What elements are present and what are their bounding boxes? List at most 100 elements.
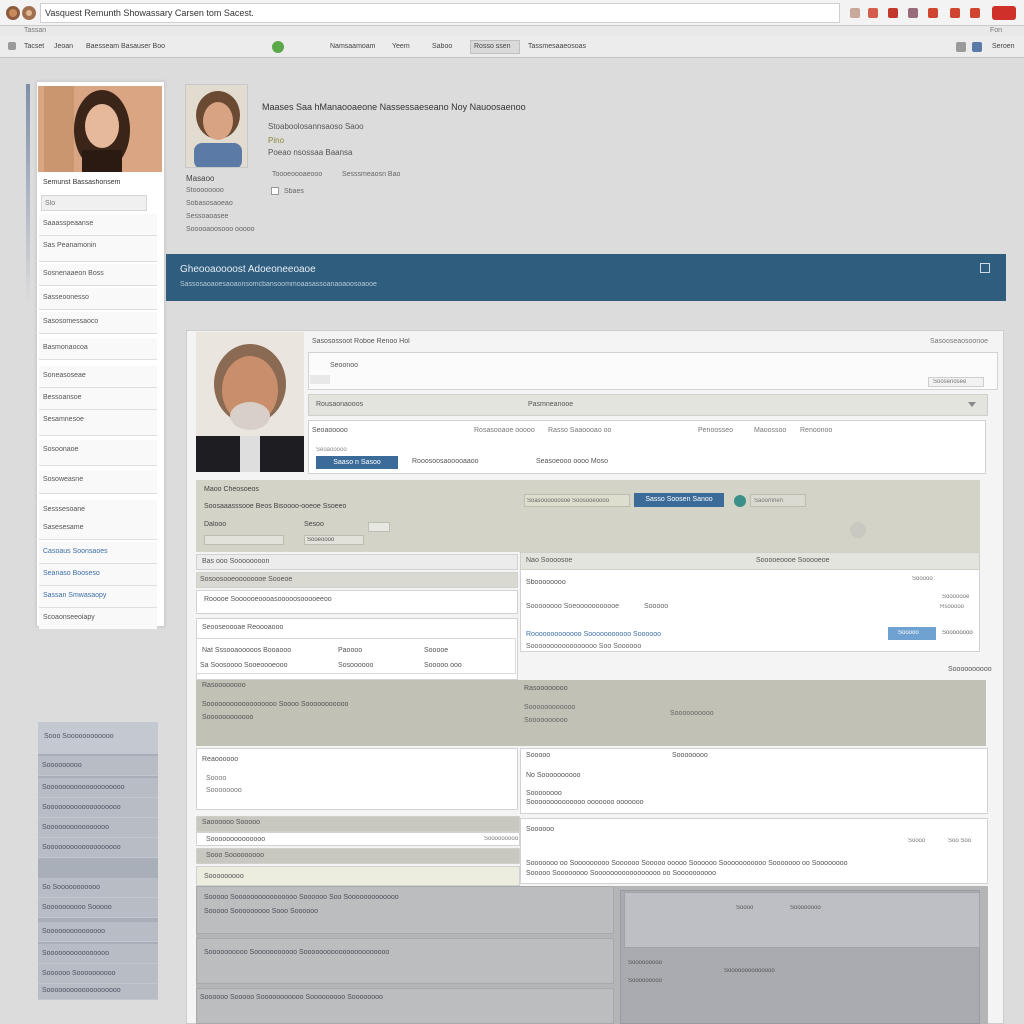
print-icon[interactable] <box>980 263 990 273</box>
section-1-title: Maoo Cheosoeos <box>204 486 259 493</box>
related-item[interactable]: Soooooooooooooooo <box>38 818 158 838</box>
right-block-2-tag: Soooooooo <box>672 752 708 759</box>
right-block-1-button[interactable]: Sooooo <box>888 627 936 640</box>
profile-line-1: Stoaboolosannsaoso Saoo <box>268 122 364 131</box>
sidebar-item[interactable]: Sasseoonesso <box>39 288 157 310</box>
section-1-form-field[interactable]: Soasoooooosoe Soosooeoooo <box>524 494 630 507</box>
section-1-field-1[interactable] <box>204 535 284 545</box>
bookmark-label[interactable]: Tassan <box>24 27 46 34</box>
refresh-icon[interactable] <box>950 8 960 18</box>
sidebar-item[interactable]: Sasesesame <box>39 518 157 540</box>
panel-top-right[interactable]: Sasooseaosoonoe <box>930 338 988 345</box>
menu-button[interactable] <box>992 6 1016 20</box>
bookmark-right-label[interactable]: Fon <box>990 27 1002 34</box>
section-4-b: Soooooooo <box>206 787 242 794</box>
sidebar-item[interactable]: Sosnenaaeon Boss <box>39 264 157 286</box>
right-block-1-f: Soooooooo Soeooooooooooe <box>526 603 620 610</box>
field-e[interactable]: Renoonoo <box>800 427 832 434</box>
menubar-right-label[interactable]: Seroen <box>992 43 1015 50</box>
related-item[interactable]: Soooooooooo Sooooo <box>38 898 158 918</box>
related-item[interactable]: Soooooooooooooooooooo <box>38 778 158 798</box>
related-item[interactable]: Sooooooooooooooooooo <box>38 798 158 818</box>
related-item[interactable]: So Sooooooooooo <box>38 878 158 898</box>
section-5-title: Saoooooo Sooooo <box>202 819 260 826</box>
search-label: Seoonoo <box>330 362 359 369</box>
sidebar-link[interactable]: Casoaus Soonsaoes <box>39 542 157 564</box>
home-icon[interactable] <box>8 42 16 50</box>
share-icon[interactable] <box>888 8 898 18</box>
section-6-title: Sooo Sooooooooo <box>206 852 264 859</box>
menu-item-3[interactable]: Baesseam Basauser Boo <box>86 43 165 50</box>
section-1-right-field[interactable]: Saoomnen <box>750 494 806 507</box>
address-bar[interactable]: Vasquest Remunth Showassary Carsen tom S… <box>40 3 840 23</box>
flag-icon[interactable] <box>928 8 938 18</box>
sidebar-item[interactable]: Bessoansoe <box>39 388 157 410</box>
profile-badge: Sbaes <box>284 188 304 195</box>
related-item[interactable]: Soooooo Soooooooooo <box>38 964 158 984</box>
menu-item-2[interactable]: Jeoan <box>54 43 73 50</box>
form-header-left: Rousaonaooos <box>316 401 364 408</box>
section-3-mid: Rasoooooooo <box>524 685 568 692</box>
user-icon[interactable] <box>972 42 982 52</box>
related-item[interactable]: Sooooooooooooooooooo <box>38 984 158 1000</box>
sidebar-item[interactable]: Saaasspeaanse <box>39 214 157 236</box>
person-photo <box>196 332 304 472</box>
sidebar-link[interactable]: Seanaso Booseso <box>39 564 157 586</box>
tab-3[interactable]: Saboo <box>432 43 452 50</box>
right-block-1-side[interactable]: Rsooooo <box>940 604 964 610</box>
right-block-1-b: Sooooeoooe Sooooeoe <box>756 557 830 564</box>
right-block-2-title: Sooooo <box>526 752 551 759</box>
related-item[interactable]: Soooooooooooooooo <box>38 944 158 964</box>
menu-item-1[interactable]: Tacset <box>24 43 44 50</box>
sidebar-item[interactable]: Sesamnesoe <box>39 410 157 436</box>
chevron-down-icon[interactable] <box>968 402 976 408</box>
grid-icon[interactable] <box>908 8 918 18</box>
sidebar-link[interactable]: Sassan Smwasaopy <box>39 586 157 608</box>
table-title: Seooseoooae Reoooaooo <box>202 624 284 631</box>
tab-5[interactable]: Tassmesaaeosoas <box>528 43 586 50</box>
sidebar-item[interactable]: Basmonaocoa <box>39 338 157 360</box>
sidebar-item[interactable]: Sosoonaoe <box>39 440 157 466</box>
section-1-button[interactable]: Sasso Soosen Sanoo <box>634 493 724 507</box>
sidebar-item[interactable]: Sasosomessaoco <box>39 312 157 334</box>
sidebar-search-field[interactable]: Slo <box>41 195 147 211</box>
banner-subtitle: Sassosaoaoesaoaonsomcbansoommoaasassoana… <box>180 281 377 288</box>
help-icon[interactable] <box>850 522 866 538</box>
tab-4-active[interactable]: Rosso ssen <box>470 40 520 54</box>
related-item[interactable]: Sooooooooooooooo <box>38 922 158 942</box>
form-header-mid: Pasmneanooe <box>528 401 574 408</box>
sidebar-item[interactable]: Sas Peanamonin <box>39 236 157 262</box>
settings-icon[interactable] <box>956 42 966 52</box>
puzzle-icon[interactable] <box>850 8 860 18</box>
section-1-input[interactable] <box>368 522 390 532</box>
bottom-text-a: Sooooo Soooooooooooooooo Soooooo Soo Soo… <box>204 894 399 901</box>
sidebar-photo <box>38 86 162 172</box>
search-input[interactable] <box>310 375 330 384</box>
section-3-b: Soooooooooooo <box>202 714 254 721</box>
related-item[interactable]: Sooooooooo <box>38 756 158 776</box>
section-3-a: Soooooooooooooooooo Soooo Sooooooooooo <box>202 701 349 708</box>
account-icon[interactable] <box>970 8 980 18</box>
bottom-text-c: Soooooo Sooooo Sooooooooooo Sooooooooo S… <box>200 994 383 1001</box>
checkbox[interactable] <box>271 187 279 195</box>
tab-2[interactable]: Yeem <box>392 43 410 50</box>
panel-top-label: Sasosossoot Roboe Renoo Hol <box>312 338 410 345</box>
profile-left-3: Sessoaoasee <box>186 213 229 220</box>
section-3-right-a: Soooooooooooo <box>524 704 576 711</box>
right-label-mid: Soooooooooo <box>948 666 992 673</box>
form-blue-button[interactable]: Saaso n Sasoo <box>316 456 398 469</box>
section-1-field-2[interactable]: Sooeoooo <box>304 535 364 545</box>
sidebar-item[interactable]: Scoaonseeoiapy <box>39 608 157 630</box>
app-logo-icon <box>4 5 38 21</box>
search-right-button[interactable]: Soosenosee <box>928 377 984 387</box>
bottom-right-e: Soooooooooooooo <box>724 968 775 974</box>
info-icon[interactable] <box>734 495 746 507</box>
related-item[interactable]: Sooooooooooooooooooo <box>38 838 158 858</box>
tab-1[interactable]: Namsaamoam <box>330 43 376 50</box>
banner-title: Gheooaoooost Adoeoneeoaoe <box>180 264 316 275</box>
right-block-1-btn-right[interactable]: Soooooooo <box>942 630 973 636</box>
profile-left-name: Masaoo <box>186 174 215 183</box>
bookmark-icon[interactable] <box>868 8 878 18</box>
sidebar-item[interactable]: Soneasoseae <box>39 366 157 388</box>
sidebar-item[interactable]: Sosoweasne <box>39 470 157 494</box>
